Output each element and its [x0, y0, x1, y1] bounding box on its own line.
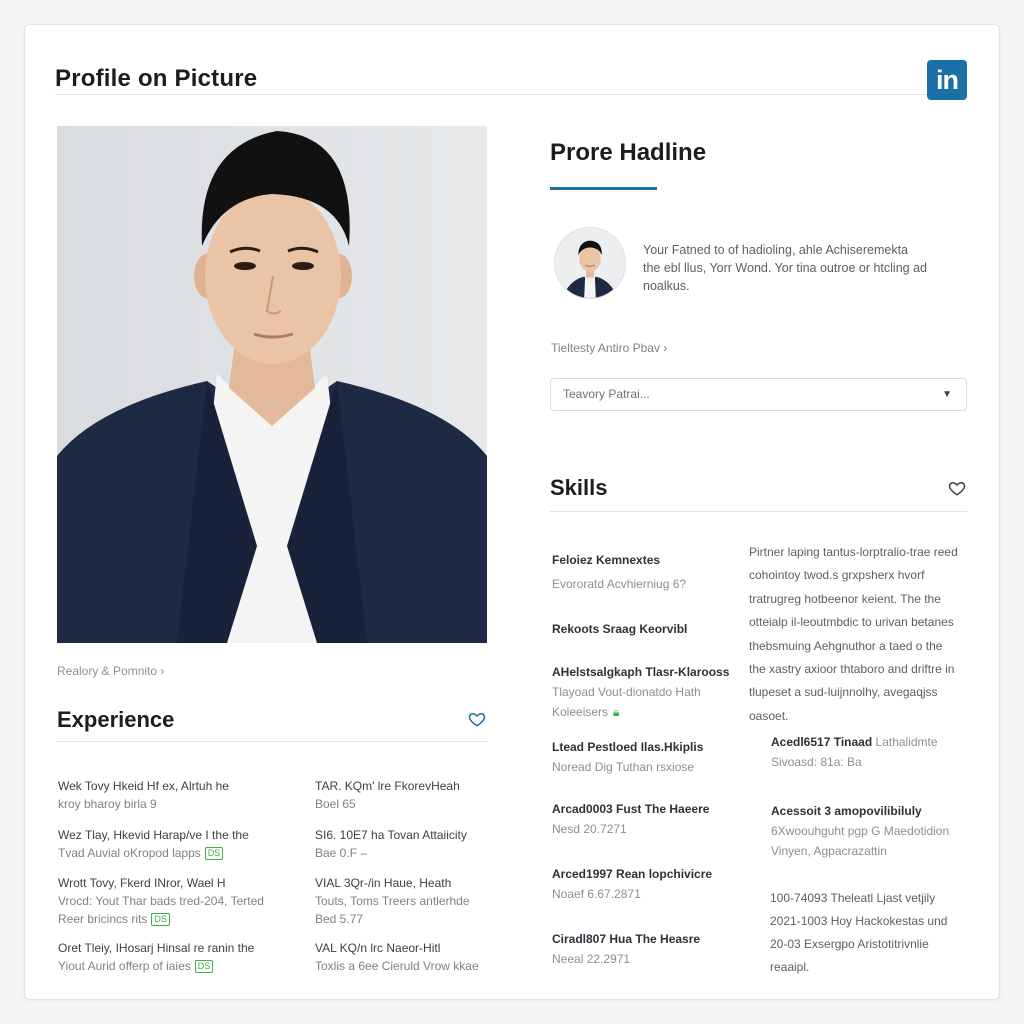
description-line: tratrugreg hotbeenor keient. The the: [749, 591, 941, 606]
experience-item-detail: kroy bharoy birla 9: [58, 797, 157, 811]
select-value: Teavory Patrai...: [563, 387, 650, 401]
about-line: Your Fatned to of hadioling, ahle Achise…: [643, 243, 908, 257]
skill-detail: Lathalidmte: [875, 735, 938, 749]
skill-name: Acedl6517 Tinaad: [771, 735, 873, 749]
experience-item-detail: Boel 65: [315, 797, 356, 811]
experience-title: Experience: [57, 707, 175, 732]
skill-detail: Vinyen, Agpacrazattin: [771, 844, 887, 858]
headline-accent-bar: [550, 187, 657, 190]
experience-item-detail: Bed 5.77: [315, 912, 364, 926]
experience-item-detail: Toxlis a 6ee Cieruld Vrow kkae: [315, 959, 479, 973]
description-line: cohointoy twod.s grxpsherx hvorf: [749, 568, 925, 583]
headline-about: Your Fatned to of hadioling, ahle Achise…: [643, 241, 963, 295]
skill-detail: Evororatd Acvhierniug 6?: [552, 577, 687, 591]
ds-badge: DS: [194, 960, 214, 974]
experience-item[interactable]: TAR. KQm' lre FkorevHeah Boel 65: [315, 777, 555, 813]
experience-item-title: Wez Tlay, Hkevid Harap/ve I the the: [58, 828, 249, 842]
experience-item-title: Wek Tovy Hkeid Hf ex, Alrtuh he: [58, 779, 229, 793]
skill-detail: Koleeisers: [552, 705, 609, 719]
experience-item-title: SI6. 10E7 ha Tovan Attaiicity: [315, 828, 467, 842]
avatar-image: [555, 228, 625, 298]
linkedin-logo-icon[interactable]: in: [927, 60, 967, 100]
about-line: noalkus.: [643, 279, 690, 293]
skill-item[interactable]: Acessoit 3 amopovilibiluly 6Xwoouhguht p…: [771, 801, 971, 861]
description-line: the xastry axioor thtaboro and driftre i…: [749, 662, 955, 677]
lock-icon: 🔒︎: [613, 705, 620, 719]
chevron-down-icon: ▼: [942, 389, 952, 400]
experience-item-title: Wrott Tovy, Fkerd INror, Wael H: [58, 876, 226, 890]
experience-item-detail: Yiout Aurid offerp of iaies: [58, 959, 191, 973]
skill-item[interactable]: Arced1997 Rean lopchivicre Noaef 6.67.28…: [552, 864, 752, 904]
header-bar: Profile on Picture in: [55, 45, 967, 100]
skill-detail: Nesd 20.7271: [552, 822, 627, 836]
skill-detail: Tlayoad Vout-dionatdo Hath: [552, 685, 701, 699]
portrait-image: [57, 126, 487, 643]
heart-icon[interactable]: [468, 710, 486, 728]
profile-card: Profile on Picture in Realory & Pomnito …: [24, 24, 1000, 1000]
field-label[interactable]: Tieltesty Antiro Pbav ›: [551, 341, 667, 355]
experience-item-detail: Touts, Toms Treers antlerhde: [315, 894, 470, 908]
about-line: the ebl llus, Yorr Wond. Yor tina outroe…: [643, 261, 927, 275]
skill-name: Rekoots Sraag Keorvibl: [552, 622, 688, 636]
ds-badge: DS: [204, 847, 224, 861]
heart-icon[interactable]: [948, 479, 966, 497]
avatar[interactable]: [554, 227, 626, 299]
experience-item[interactable]: Wek Tovy Hkeid Hf ex, Alrtuh he kroy bha…: [58, 777, 298, 813]
experience-item[interactable]: VAL KQ/n lrc Naeor-Hitl Toxlis a 6ee Cie…: [315, 939, 555, 975]
skills-divider: [550, 511, 967, 512]
experience-item-title: TAR. KQm' lre FkorevHeah: [315, 779, 460, 793]
skill-name: Arcad0003 Fust The Haeere: [552, 802, 710, 816]
skills-notes: 100-74093 Theleatl Ljast vetjily 2021-10…: [770, 887, 970, 979]
experience-item[interactable]: Wez Tlay, Hkevid Harap/ve I the the Tvad…: [58, 826, 298, 862]
note-line: 20-03 Exsergpo Aristotitrivnlie: [770, 937, 929, 951]
skill-item[interactable]: Arcad0003 Fust The Haeere Nesd 20.7271: [552, 799, 752, 839]
skill-name: Acessoit 3 amopovilibiluly: [771, 804, 922, 818]
description-line: thebsmuing Aehgnuthor a taed o the: [749, 638, 943, 653]
experience-item-detail: Tvad Auvial oKropod lapps: [58, 846, 201, 860]
description-line: oasoet.: [749, 708, 789, 723]
experience-item[interactable]: Oret Tleiy, IHosarj Hinsal re ranin the …: [58, 939, 298, 975]
note-line: reaaipl.: [770, 960, 810, 974]
skill-item[interactable]: AHelstsalgkaph Tlasr-Klarooss Tlayoad Vo…: [552, 662, 752, 722]
skills-title: Skills: [550, 475, 608, 500]
skill-item[interactable]: Ltead Pestloed Ilas.Hkiplis Noread Dig T…: [552, 737, 752, 777]
experience-item[interactable]: SI6. 10E7 ha Tovan Attaiicity Bae 0.F –: [315, 826, 555, 862]
skill-detail: Noaef 6.67.2871: [552, 887, 641, 901]
description-line: tlupeset a sud-luijnnolhy, avegaqjss: [749, 685, 938, 700]
experience-item-title: VAL KQ/n lrc Naeor-Hitl: [315, 941, 441, 955]
skill-item[interactable]: Acedl6517 Tinaad Lathalidmte Sivoasd: 81…: [771, 732, 971, 772]
experience-item-detail: Bae 0.F –: [315, 846, 368, 860]
skill-item[interactable]: Ciradl807 Hua The Heasre Neeal 22.2971: [552, 929, 752, 969]
experience-item-detail: Vrocd: Yout Thar bads tred-204, Terted: [58, 894, 264, 908]
skill-name: Arced1997 Rean lopchivicre: [552, 867, 713, 881]
headline-select[interactable]: Teavory Patrai... ▼: [550, 378, 967, 411]
skill-item[interactable]: Rekoots Sraag Keorvibl: [552, 619, 752, 639]
skill-name: AHelstsalgkaph Tlasr-Klarooss: [552, 665, 730, 679]
experience-item[interactable]: Wrott Tovy, Fkerd INror, Wael H Vrocd: Y…: [58, 874, 298, 928]
skill-detail: 6Xwoouhguht pgp G Maedotidion: [771, 824, 950, 838]
skill-detail: Noread Dig Tuthan rsxiose: [552, 760, 695, 774]
note-line: 2021-1003 Hoy Hackokestas und: [770, 914, 948, 928]
skill-detail: Sivoasd: 81a: Ba: [771, 755, 862, 769]
description-line: otteialp il-leoutmbdic to urivan betanes: [749, 615, 954, 630]
note-line: 100-74093 Theleatl Ljast vetjily: [770, 891, 936, 905]
description-line: Pirtner laping tantus-lorptralio-trae re…: [749, 545, 958, 559]
skill-name: Ltead Pestloed Ilas.Hkiplis: [552, 740, 704, 754]
experience-item-detail: Reer bricincs rits: [58, 912, 148, 926]
skill-name: Ciradl807 Hua The Heasre: [552, 932, 701, 946]
page-title: Profile on Picture: [55, 65, 258, 92]
headline-title: Prore Hadline: [550, 139, 707, 166]
experience-divider: [57, 741, 487, 742]
experience-item[interactable]: VIAL 3Qr-/in Haue, Heath Touts, Toms Tre…: [315, 874, 555, 928]
skills-description: Pirtner laping tantus-lorptralio-trae re…: [749, 541, 969, 728]
profile-photo[interactable]: [57, 126, 487, 643]
experience-item-title: Oret Tleiy, IHosarj Hinsal re ranin the: [58, 941, 255, 955]
photo-caption[interactable]: Realory & Pomnito ›: [57, 664, 164, 678]
skill-item[interactable]: Feloiez Kemnextes Evororatd Acvhierniug …: [552, 550, 752, 594]
experience-item-title: VIAL 3Qr-/in Haue, Heath: [315, 876, 452, 890]
skill-name: Feloiez Kemnextes: [552, 553, 661, 567]
ds-badge: DS: [151, 913, 170, 927]
skill-detail: Neeal 22.2971: [552, 952, 631, 966]
